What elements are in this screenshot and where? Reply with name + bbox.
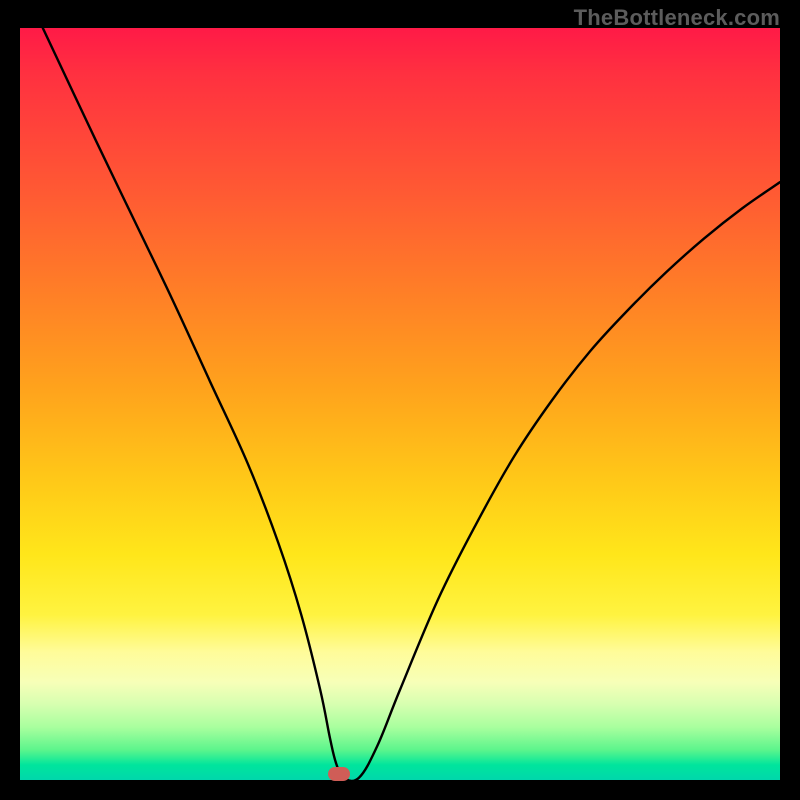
plot-area <box>20 28 780 780</box>
bottleneck-curve <box>20 28 780 780</box>
watermark-text: TheBottleneck.com <box>574 5 780 31</box>
bottleneck-marker <box>328 767 350 781</box>
chart-container: TheBottleneck.com <box>0 0 800 800</box>
